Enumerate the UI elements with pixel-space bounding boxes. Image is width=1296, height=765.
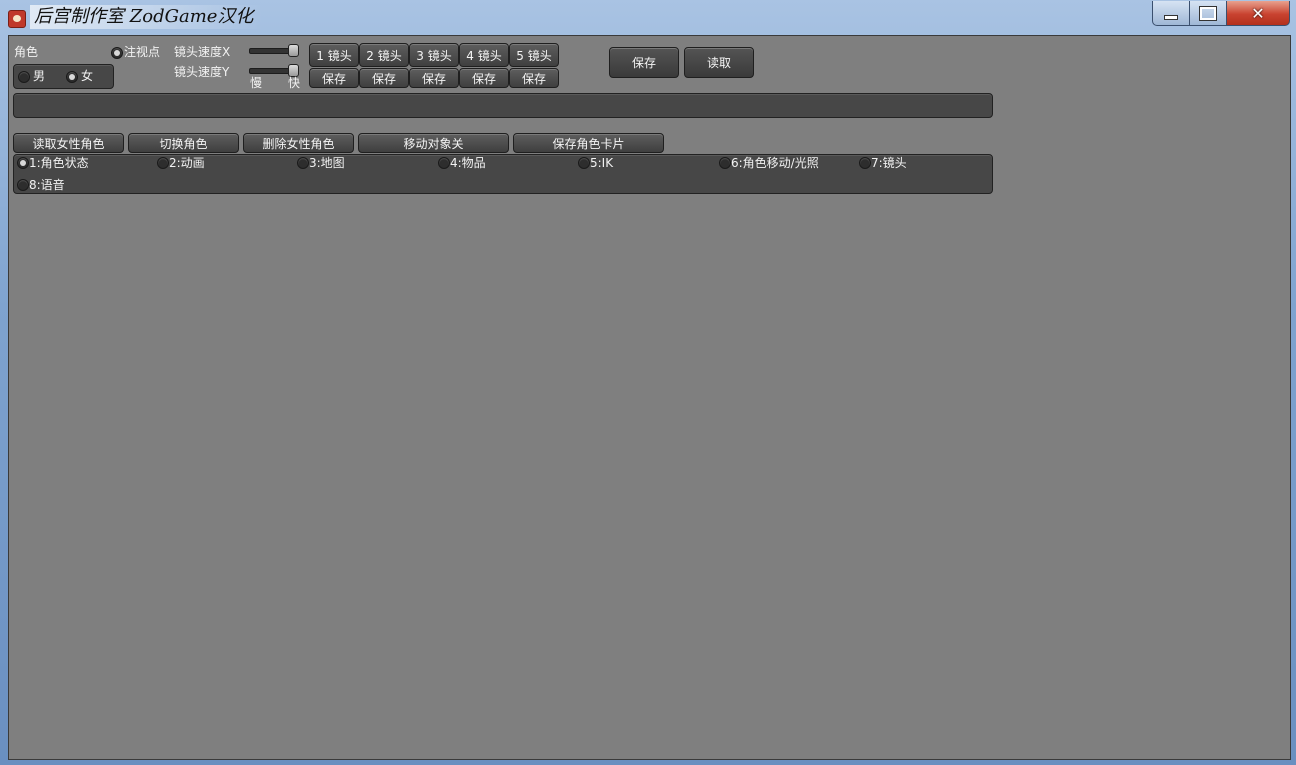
minimize-button[interactable]	[1152, 1, 1190, 26]
load-button[interactable]: 读取	[684, 47, 754, 78]
maximize-button[interactable]	[1189, 1, 1227, 26]
camera-slot-1-button[interactable]: 1 镜头	[309, 43, 359, 67]
tab-7-radio[interactable]	[859, 157, 871, 169]
male-label: 男	[33, 69, 46, 83]
gender-group: 男 女	[13, 64, 114, 89]
camera-slot-4-button[interactable]: 4 镜头	[459, 43, 509, 67]
delete-female-character-button[interactable]: 删除女性角色	[243, 133, 354, 153]
tab-3-label[interactable]: 3:地图	[309, 155, 345, 171]
window-title: 后宫制作室 ZodGame汉化	[30, 5, 264, 29]
minimize-icon	[1164, 14, 1178, 20]
save-button[interactable]: 保存	[609, 47, 679, 78]
tab-selector: 1:角色状态 2:动画 3:地图 4:物品 5:IK 6:角色移动/光照 7:镜…	[13, 154, 993, 194]
fast-label: 快	[288, 76, 301, 90]
tab-2-radio[interactable]	[157, 157, 169, 169]
camera-speed-x-slider[interactable]	[249, 44, 299, 57]
camera-speed-x-label: 镜头速度X	[174, 45, 231, 59]
tab-1-radio[interactable]	[17, 157, 29, 169]
tab-4-radio[interactable]	[438, 157, 450, 169]
window-bottom-border	[0, 759, 1296, 765]
tab-1-label[interactable]: 1:角色状态	[29, 155, 89, 171]
camera-slot-5-button[interactable]: 5 镜头	[509, 43, 559, 67]
male-radio[interactable]	[18, 71, 30, 83]
tab-5-label[interactable]: 5:IK	[590, 155, 613, 171]
female-radio[interactable]	[66, 71, 78, 83]
close-icon: ✕	[1251, 3, 1265, 23]
tab-5-radio[interactable]	[578, 157, 590, 169]
tab-8-label[interactable]: 8:语音	[29, 177, 65, 193]
tab-6-label[interactable]: 6:角色移动/光照	[731, 155, 819, 171]
text-input-field[interactable]	[13, 93, 993, 118]
camera-speed-x-handle[interactable]	[288, 44, 299, 57]
tab-6-radio[interactable]	[719, 157, 731, 169]
tab-2-label[interactable]: 2:动画	[169, 155, 205, 171]
focus-point-radio[interactable]	[111, 47, 123, 59]
close-button[interactable]: ✕	[1226, 1, 1290, 26]
title-bar[interactable]: 后宫制作室 ZodGame汉化 ✕	[0, 0, 1296, 34]
camera-save-4-button[interactable]: 保存	[459, 68, 509, 88]
client-area: 角色 注视点 男 女 镜头速度X 镜头速度Y 慢 快 1 镜头 2 镜头 3 镜…	[8, 35, 1291, 760]
maximize-icon	[1199, 5, 1217, 21]
camera-save-2-button[interactable]: 保存	[359, 68, 409, 88]
camera-speed-y-slider[interactable]	[249, 64, 299, 77]
app-icon	[8, 10, 26, 28]
camera-slot-2-button[interactable]: 2 镜头	[359, 43, 409, 67]
focus-point-label: 注视点	[124, 45, 161, 59]
camera-save-5-button[interactable]: 保存	[509, 68, 559, 88]
tab-7-label[interactable]: 7:镜头	[871, 155, 907, 171]
load-female-character-button[interactable]: 读取女性角色	[13, 133, 124, 153]
switch-character-button[interactable]: 切换角色	[128, 133, 239, 153]
camera-save-3-button[interactable]: 保存	[409, 68, 459, 88]
camera-slot-3-button[interactable]: 3 镜头	[409, 43, 459, 67]
tab-8-radio[interactable]	[17, 179, 29, 191]
tab-4-label[interactable]: 4:物品	[450, 155, 486, 171]
app-window: 后宫制作室 ZodGame汉化 ✕ 角色 注视点 男 女 镜头速度X 镜头速度Y	[0, 0, 1296, 765]
female-label: 女	[81, 69, 94, 83]
camera-save-1-button[interactable]: 保存	[309, 68, 359, 88]
save-character-card-button[interactable]: 保存角色卡片	[513, 133, 664, 153]
move-object-toggle-button[interactable]: 移动对象关	[358, 133, 509, 153]
character-label: 角色	[14, 45, 39, 59]
tab-3-radio[interactable]	[297, 157, 309, 169]
slow-label: 慢	[250, 76, 263, 90]
camera-speed-y-label: 镜头速度Y	[174, 65, 230, 79]
